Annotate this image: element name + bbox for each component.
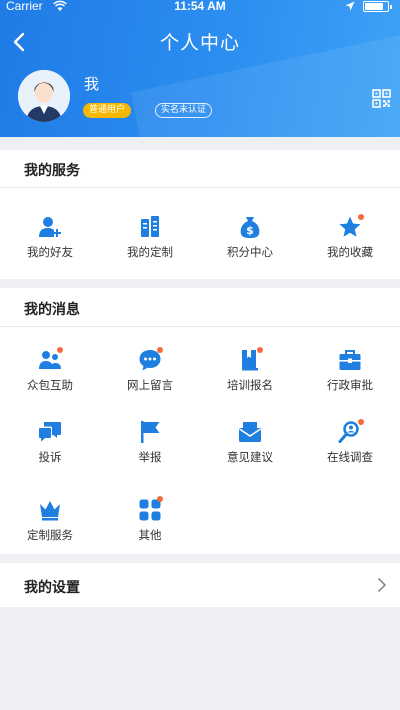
grid-item-points-center[interactable]: $ 积分中心 — [200, 215, 300, 271]
messages-title: 我的消息 — [24, 302, 80, 318]
notification-dot — [358, 419, 364, 425]
grid-item-my-favorites[interactable]: 我的收藏 — [300, 214, 400, 271]
briefcase-icon — [339, 350, 361, 370]
grid-item-online-message[interactable]: 网上留言 — [100, 347, 200, 404]
divider — [0, 326, 400, 327]
grid-item-label: 其他 — [138, 528, 162, 542]
grid-item-custom-service[interactable]: 定制服务 — [0, 498, 100, 554]
crown-icon — [40, 501, 60, 521]
services-section: 我的服务 我的好友 我的定制 $ 积分中心 我的收藏 — [0, 150, 400, 279]
battery-icon — [363, 1, 392, 12]
grid-item-label: 在线调查 — [327, 450, 373, 464]
avatar[interactable] — [18, 70, 70, 122]
notification-dot — [257, 347, 263, 353]
grid-item-my-customize[interactable]: 我的定制 — [100, 215, 200, 271]
username: 我 — [84, 75, 100, 93]
divider — [0, 187, 400, 188]
grid-item-label: 行政审批 — [327, 378, 373, 392]
profile-header: Carrier 11:54 AM 个人中心 我 普通用户 实名未认证 — [0, 0, 400, 137]
grid-item-training-signup[interactable]: 培训报名 — [200, 347, 300, 404]
friend-icon — [39, 217, 61, 237]
envelope-icon — [239, 422, 261, 442]
qr-code-icon[interactable] — [372, 89, 391, 108]
grid-item-label: 定制服务 — [27, 528, 73, 542]
messages-section: 我的消息 众包互助 网上留言 培训报名 行政审批 投诉 举报 意见建议 在线调查… — [0, 288, 400, 554]
chevron-right-icon — [378, 578, 386, 592]
grid-item-label: 培训报名 — [227, 378, 273, 392]
settings-row[interactable]: 我的设置 — [0, 563, 400, 607]
notification-dot — [157, 496, 163, 502]
grid-item-complaint[interactable]: 投诉 — [0, 420, 100, 476]
notification-dot — [358, 214, 364, 220]
grid-item-report[interactable]: 举报 — [100, 420, 200, 476]
clock: 11:54 AM — [174, 0, 226, 13]
points-icon: $ — [240, 217, 260, 238]
page-title: 个人中心 — [159, 32, 240, 54]
grid-item-label: 举报 — [138, 450, 162, 464]
grid-item-label: 投诉 — [38, 450, 62, 464]
grid-item-label: 众包互助 — [27, 378, 73, 392]
services-title: 我的服务 — [24, 163, 80, 179]
realname-status-badge[interactable]: 实名未认证 — [155, 103, 213, 118]
grid-item-my-friends[interactable]: 我的好友 — [0, 215, 100, 271]
grid-item-label: 我的收藏 — [327, 245, 373, 259]
complaint-chat-icon — [39, 422, 61, 442]
status-bar: Carrier 11:54 AM — [0, 0, 400, 14]
grid-item-admin-approval[interactable]: 行政审批 — [300, 348, 400, 404]
grid-item-online-survey[interactable]: 在线调查 — [300, 419, 400, 476]
grid-item-label: 我的定制 — [127, 245, 173, 259]
user-avatar-icon — [18, 70, 70, 122]
grid-item-label: 意见建议 — [227, 450, 273, 464]
grid-item-label: 我的好友 — [27, 245, 73, 259]
grid-item-label: 网上留言 — [127, 378, 173, 392]
location-arrow-icon — [345, 1, 355, 11]
grid-item-label: 积分中心 — [227, 245, 273, 259]
notification-dot — [157, 347, 163, 353]
grid-item-others[interactable]: 其他 — [100, 496, 200, 554]
notification-dot — [57, 347, 63, 353]
customize-icon — [141, 216, 159, 237]
member-level-badge: 普通用户 — [83, 103, 132, 118]
svg-text:$: $ — [246, 224, 254, 237]
flag-icon — [141, 421, 160, 443]
settings-title: 我的设置 — [24, 580, 80, 596]
grid-item-crowd-help[interactable]: 众包互助 — [0, 347, 100, 404]
grid-item-suggestions[interactable]: 意见建议 — [200, 420, 300, 476]
